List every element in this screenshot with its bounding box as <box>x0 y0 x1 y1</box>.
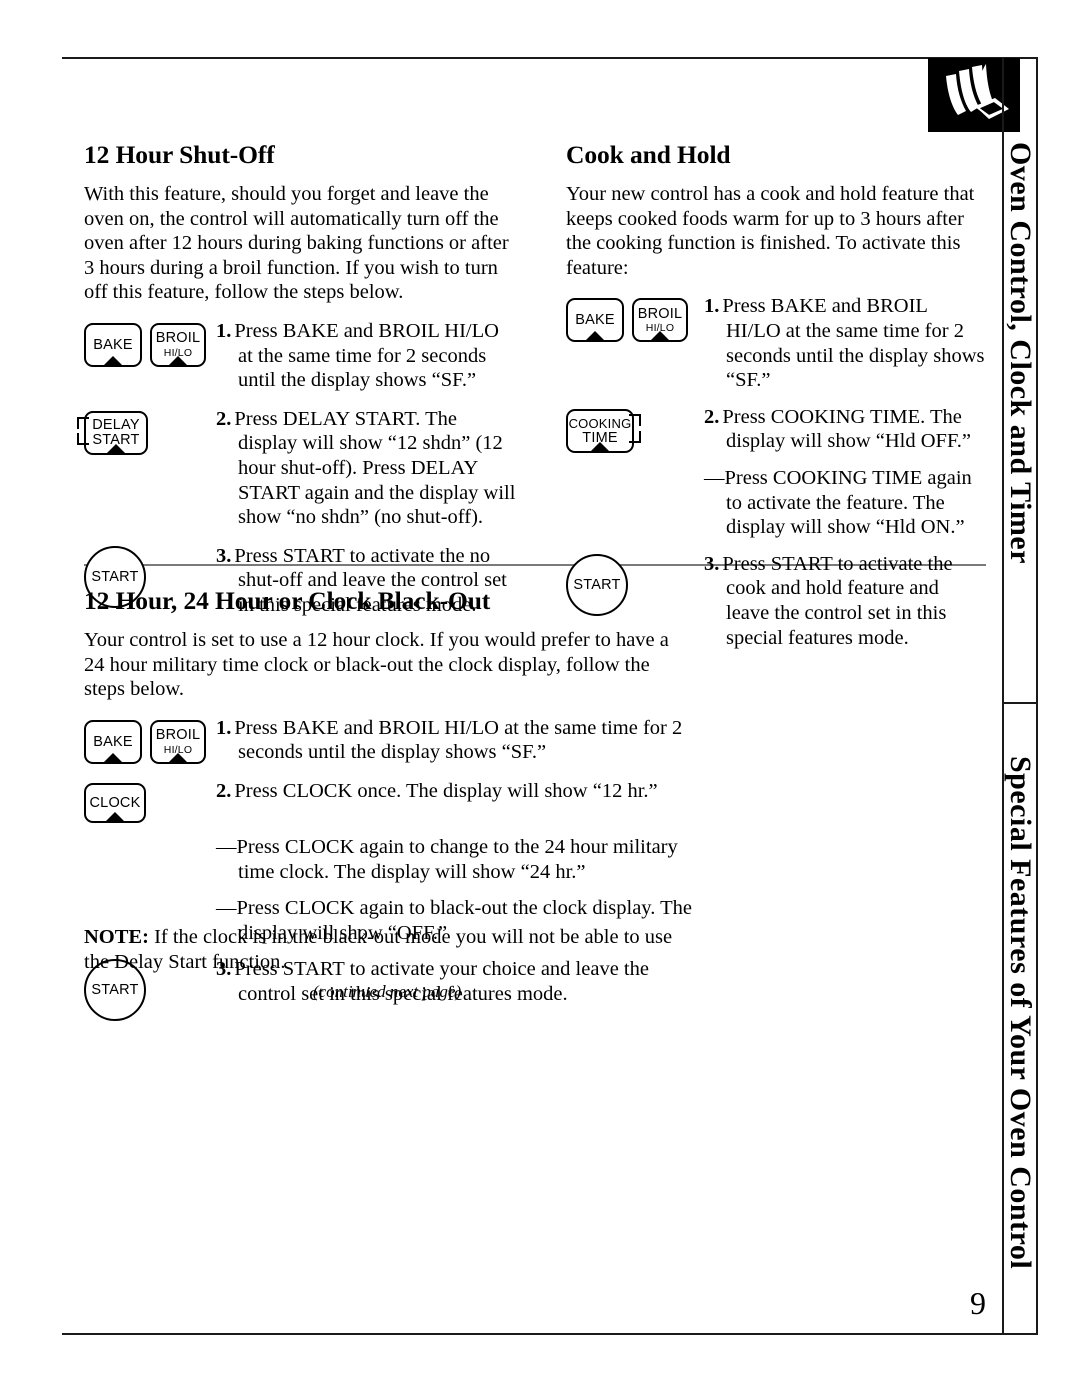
step-text: 1. Press BAKE and BROIL HI/LO at the same… <box>216 319 518 393</box>
broil-hi-lo-button[interactable]: BROIL HI/LO <box>150 719 206 764</box>
step-row: DELAY START 2. Press DELAY START. The dis… <box>77 407 518 530</box>
step-text: 1. Press BAKE and BROIL HI/LO at the same… <box>704 294 986 392</box>
page-number: 9 <box>970 1285 986 1321</box>
step-row: CLOCK 2. Press CLOCK once. The display wi… <box>84 779 692 823</box>
clock-button[interactable]: CLOCK <box>84 782 146 823</box>
step-dash: — <box>216 897 237 920</box>
section-12-hour-shut-off: 12 Hour Shut-Off With this feature, shou… <box>77 140 518 618</box>
step-text: —Press COOKING TIME again to activate th… <box>704 466 986 540</box>
bake-button-label: BAKE <box>575 312 615 329</box>
note-label: NOTE: <box>84 926 149 948</box>
bake-button-label: BAKE <box>93 336 133 353</box>
delay-start-button[interactable]: DELAY START <box>77 410 148 455</box>
step-text: 2. Press DELAY START. The display will sh… <box>216 407 518 530</box>
broil-button-sublabel: HI/LO <box>163 743 193 756</box>
cooking-time-label-line1: COOKING <box>568 415 632 431</box>
step-body: Press BAKE and BROIL HI/LO at the same t… <box>234 716 683 764</box>
broil-button-sublabel: HI/LO <box>163 346 193 359</box>
delay-start-label-line1: DELAY <box>92 416 140 433</box>
step-number: 1. <box>704 295 720 318</box>
step-body: Press BAKE and BROIL HI/LO at the same t… <box>722 295 985 392</box>
cooking-time-bracket-bottom-icon <box>629 430 641 443</box>
bake-button[interactable]: BAKE <box>84 322 142 367</box>
step-row: BAKE BROIL HI/LO 1. Press BAKE and BROIL … <box>84 319 518 393</box>
step-text: 3. Press START to activate the cook and h… <box>704 552 986 650</box>
step-row: —Press COOKING TIME again to activate th… <box>566 466 986 540</box>
bake-button[interactable]: BAKE <box>84 719 142 764</box>
broil-hi-lo-button[interactable]: BROIL HI/LO <box>632 298 688 343</box>
broil-button-label: BROIL <box>637 305 683 322</box>
step-body: Press BAKE and BROIL HI/LO at the same t… <box>234 319 499 392</box>
section-intro-shutoff: With this feature, should you forget and… <box>84 183 509 304</box>
step-row: —Press CLOCK again to change to the 24 h… <box>84 835 692 884</box>
broil-button-sublabel: HI/LO <box>645 322 675 335</box>
start-button-label: START <box>91 568 139 585</box>
cooking-time-label-line2: TIME <box>582 429 618 446</box>
step-body: Press START to activate the cook and hol… <box>722 552 953 649</box>
step-dash: — <box>216 835 237 858</box>
step-dash: — <box>704 466 725 489</box>
delay-start-bracket-bottom-icon <box>77 432 89 445</box>
cooking-time-button[interactable]: COOKING TIME <box>566 408 641 453</box>
section-heading-clockmode: 12 Hour, 24 Hour or Clock Black-Out <box>84 586 491 615</box>
broil-button-label: BROIL <box>155 727 201 744</box>
step-body: Press COOKING TIME. The display will sho… <box>722 405 971 453</box>
step-text: 1. Press BAKE and BROIL HI/LO at the same… <box>216 716 692 765</box>
cooking-time-bracket-top-icon <box>629 413 641 426</box>
step-number: 2. <box>704 405 720 428</box>
step-number: 2. <box>216 407 232 430</box>
bake-button-label: BAKE <box>93 733 133 750</box>
sidebar-tab-special-features: Special Features of Your Oven Control <box>1004 705 1036 1335</box>
section-intro-clockmode: Your control is set to use a 12 hour clo… <box>84 629 669 701</box>
step-text: 2. Press COOKING TIME. The display will s… <box>704 405 986 454</box>
sidebar-tab-oven-control: Oven Control, Clock and Timer <box>1004 57 1036 702</box>
sidebar-tab-upper-label: Oven Control, Clock and Timer <box>1004 142 1036 565</box>
section-heading-shutoff: 12 Hour Shut-Off <box>84 140 275 169</box>
step-body: Press DELAY START. The display will show… <box>234 407 516 529</box>
delay-start-label-line2: START <box>92 432 140 449</box>
broil-hi-lo-button[interactable]: BROIL HI/LO <box>150 322 206 367</box>
section-intro-cookhold: Your new control has a cook and hold fea… <box>566 183 975 279</box>
bake-button[interactable]: BAKE <box>566 298 624 343</box>
step-number: 3. <box>704 552 720 575</box>
step-row: BAKE BROIL HI/LO 1. Press BAKE and BROIL … <box>566 294 986 392</box>
step-number: 1. <box>216 716 232 739</box>
step-text: 2. Press CLOCK once. The display will sho… <box>216 779 692 804</box>
step-row: BAKE BROIL HI/LO 1. Press BAKE and BROIL … <box>84 716 692 765</box>
step-number: 3. <box>216 544 232 567</box>
sidebar-tab-lower-label: Special Features of Your Oven Control <box>1004 756 1036 1270</box>
steps-shutoff: BAKE BROIL HI/LO 1. Press BAKE and BROIL … <box>77 319 518 618</box>
step-number: 2. <box>216 779 232 802</box>
step-text: —Press CLOCK again to change to the 24 h… <box>216 835 692 884</box>
step-number: 1. <box>216 319 232 342</box>
continued-next-page: (continued next page) <box>312 982 462 1001</box>
broil-button-label: BROIL <box>155 330 201 347</box>
steps-clockmode: BAKE BROIL HI/LO 1. Press BAKE and BROIL … <box>84 716 692 1022</box>
sidebar-divider <box>1002 702 1038 704</box>
step-body: Press CLOCK once. The display will show … <box>234 779 658 802</box>
step-row: COOKING TIME 2. Press COOKING TIME. The d… <box>566 405 986 454</box>
section-heading-cookhold: Cook and Hold <box>566 140 731 169</box>
section-cook-and-hold: Cook and Hold Your new control has a coo… <box>566 140 986 650</box>
clock-button-label: CLOCK <box>89 794 141 811</box>
delay-start-bracket-top-icon <box>77 416 89 429</box>
note-block: NOTE: If the clock is in the black-out m… <box>84 925 690 974</box>
step-body: Press COOKING TIME again to activate the… <box>724 466 972 539</box>
note-text: If the clock is in the black-out mode yo… <box>84 926 673 973</box>
step-body: Press CLOCK again to change to the 24 ho… <box>236 835 678 883</box>
